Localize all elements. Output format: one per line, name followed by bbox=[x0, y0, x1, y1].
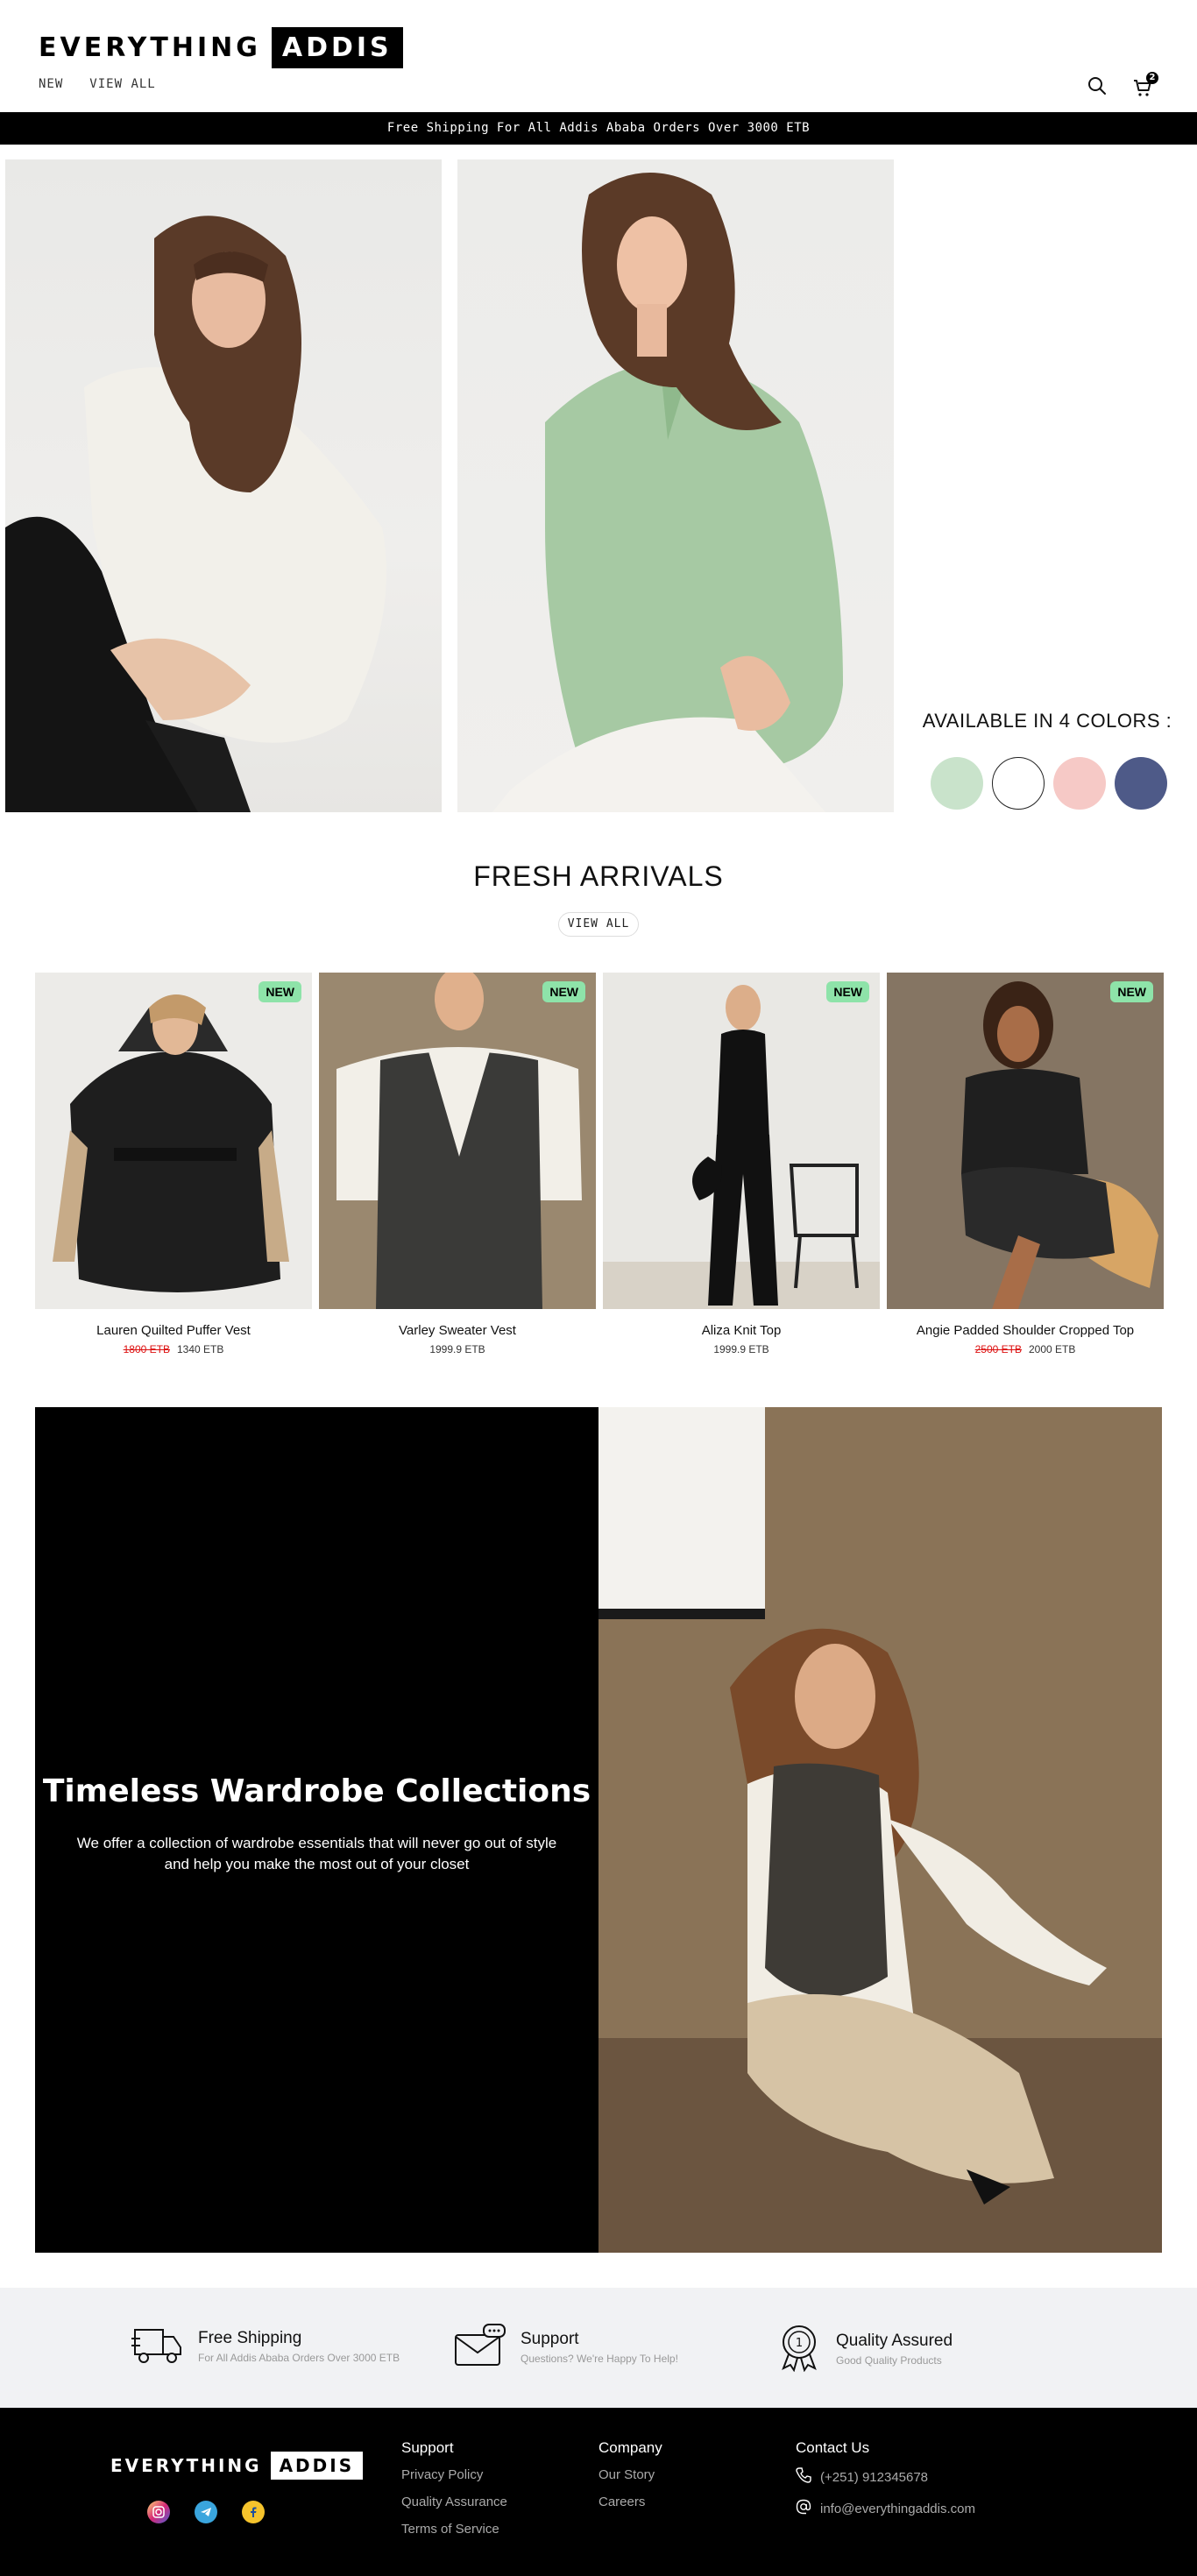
swatch-green[interactable] bbox=[931, 757, 983, 810]
product-name[interactable]: Aliza Knit Top bbox=[603, 1323, 880, 1338]
product-image[interactable]: NEW bbox=[35, 973, 312, 1309]
site-logo[interactable]: EVERYTHING ADDIS bbox=[39, 25, 403, 70]
badge-icon: 1 bbox=[776, 2323, 822, 2375]
benefit-title: Quality Assured bbox=[836, 2332, 953, 2350]
footer-link-quality-assurance[interactable]: Quality Assurance bbox=[401, 2495, 507, 2509]
nav-view-all[interactable]: VIEW ALL bbox=[89, 77, 155, 91]
cart-count-badge: 2 bbox=[1146, 72, 1158, 84]
nav-new[interactable]: NEW bbox=[39, 77, 63, 91]
footer-link-our-story[interactable]: Our Story bbox=[598, 2467, 662, 2482]
feature-banner-text-panel: Timeless Wardrobe Collections We offer a… bbox=[35, 1407, 598, 2253]
footer-company-column: Company Our Story Careers bbox=[598, 2439, 662, 2522]
facebook-icon[interactable] bbox=[242, 2501, 265, 2523]
footer-logo-text-everything: EVERYTHING bbox=[110, 2455, 262, 2476]
footer-contact-title: Contact Us bbox=[796, 2439, 870, 2456]
footer-company-title: Company bbox=[598, 2439, 662, 2456]
new-badge: NEW bbox=[259, 981, 301, 1002]
product-price: 1999.9 ETB bbox=[319, 1343, 596, 1355]
main-nav: NEW VIEW ALL bbox=[39, 77, 156, 91]
footer-support-column: Support Privacy Policy Quality Assurance… bbox=[401, 2439, 507, 2549]
product-current-price: 1999.9 ETB bbox=[713, 1343, 769, 1355]
product-price: 1999.9 ETB bbox=[603, 1343, 880, 1355]
feature-title: Timeless Wardrobe Collections bbox=[42, 1773, 591, 1809]
product-card[interactable]: NEW Angie Padded Shoulder Cropped Top 25… bbox=[887, 973, 1164, 1355]
benefit-title: Free Shipping bbox=[198, 2329, 302, 2347]
benefit-support: Support Questions? We're Happy To Help! bbox=[454, 2323, 678, 2372]
telegram-icon[interactable] bbox=[195, 2501, 217, 2523]
header-actions: 2 bbox=[1087, 72, 1158, 100]
product-image[interactable]: NEW bbox=[319, 973, 596, 1309]
fresh-arrivals-title: FRESH ARRIVALS bbox=[473, 860, 724, 892]
product-name[interactable]: Angie Padded Shoulder Cropped Top bbox=[887, 1323, 1164, 1338]
new-badge: NEW bbox=[1110, 981, 1153, 1002]
logo-text-addis: ADDIS bbox=[271, 26, 403, 68]
product-name[interactable]: Lauren Quilted Puffer Vest bbox=[35, 1323, 312, 1338]
benefits-bar: Free Shipping For All Addis Ababa Orders… bbox=[0, 2288, 1197, 2408]
chat-mail-icon bbox=[454, 2323, 506, 2372]
product-price: 2500 ETB 2000 ETB bbox=[887, 1343, 1164, 1355]
product-old-price: 2500 ETB bbox=[974, 1343, 1022, 1355]
footer-contact-column: Contact Us (+251) 912345678 info@everyth… bbox=[796, 2439, 975, 2530]
new-badge: NEW bbox=[826, 981, 869, 1002]
hero-image-white-shirt[interactable] bbox=[5, 159, 442, 812]
truck-icon bbox=[131, 2323, 184, 2370]
at-sign-icon bbox=[796, 2499, 811, 2518]
footer-link-terms[interactable]: Terms of Service bbox=[401, 2522, 507, 2537]
product-image[interactable]: NEW bbox=[887, 973, 1164, 1309]
feature-banner-image bbox=[598, 1407, 1162, 2253]
product-card[interactable]: NEW Aliza Knit Top 1999.9 ETB bbox=[603, 973, 880, 1355]
product-current-price: 2000 ETB bbox=[1029, 1343, 1076, 1355]
feature-description: We offer a collection of wardrobe essent… bbox=[76, 1835, 557, 1872]
product-card[interactable]: NEW Varley Sweater Vest 1999.9 ETB bbox=[319, 973, 596, 1355]
new-badge: NEW bbox=[542, 981, 585, 1002]
contact-email[interactable]: info@everythingaddis.com bbox=[796, 2499, 975, 2518]
benefit-quality: 1 Quality Assured Good Quality Products bbox=[776, 2323, 953, 2375]
site-header: EVERYTHING ADDIS NEW VIEW ALL 2 bbox=[0, 0, 1197, 112]
search-icon[interactable] bbox=[1087, 75, 1108, 100]
contact-email-address[interactable]: info@everythingaddis.com bbox=[820, 2502, 975, 2516]
swatch-navy[interactable] bbox=[1115, 757, 1167, 810]
swatch-pink[interactable] bbox=[1053, 757, 1106, 810]
instagram-icon[interactable] bbox=[147, 2501, 170, 2523]
benefit-free-shipping: Free Shipping For All Addis Ababa Orders… bbox=[131, 2323, 400, 2370]
benefit-title: Support bbox=[521, 2330, 579, 2348]
swatch-white[interactable] bbox=[992, 757, 1045, 810]
fresh-arrivals-view-all-button[interactable]: VIEW ALL bbox=[558, 912, 639, 937]
product-card[interactable]: NEW Lauren Quilted Puffer Vest 1800 ETB 1… bbox=[35, 973, 312, 1355]
benefit-subtitle: Good Quality Products bbox=[836, 2354, 942, 2367]
product-price: 1800 ETB 1340 ETB bbox=[35, 1343, 312, 1355]
site-footer: EVERYTHING ADDIS Support Privacy Policy … bbox=[0, 2408, 1197, 2576]
footer-link-privacy-policy[interactable]: Privacy Policy bbox=[401, 2467, 507, 2482]
product-name[interactable]: Varley Sweater Vest bbox=[319, 1323, 596, 1338]
product-current-price: 1340 ETB bbox=[177, 1343, 224, 1355]
footer-link-careers[interactable]: Careers bbox=[598, 2495, 662, 2509]
phone-icon bbox=[796, 2467, 811, 2487]
color-swatches bbox=[931, 757, 1167, 810]
benefit-subtitle: For All Addis Ababa Orders Over 3000 ETB bbox=[198, 2352, 400, 2364]
footer-support-title: Support bbox=[401, 2439, 454, 2456]
product-old-price: 1800 ETB bbox=[123, 1343, 170, 1355]
svg-text:1: 1 bbox=[796, 2337, 803, 2350]
announcement-bar: Free Shipping For All Addis Ababa Orders… bbox=[0, 112, 1197, 145]
product-image[interactable]: NEW bbox=[603, 973, 880, 1309]
footer-logo[interactable]: EVERYTHING ADDIS bbox=[110, 2452, 364, 2480]
footer-logo-text-addis: ADDIS bbox=[270, 2452, 364, 2480]
social-links bbox=[147, 2501, 265, 2523]
benefit-subtitle: Questions? We're Happy To Help! bbox=[521, 2353, 678, 2365]
hero-image-green-shirt[interactable] bbox=[457, 159, 894, 812]
product-current-price: 1999.9 ETB bbox=[429, 1343, 485, 1355]
colors-available-heading: AVAILABLE IN 4 COLORS : bbox=[922, 710, 1172, 732]
contact-phone-number[interactable]: (+251) 912345678 bbox=[820, 2470, 928, 2485]
logo-text-everything: EVERYTHING bbox=[39, 32, 261, 63]
contact-phone[interactable]: (+251) 912345678 bbox=[796, 2467, 975, 2487]
cart-button[interactable]: 2 bbox=[1132, 72, 1158, 98]
